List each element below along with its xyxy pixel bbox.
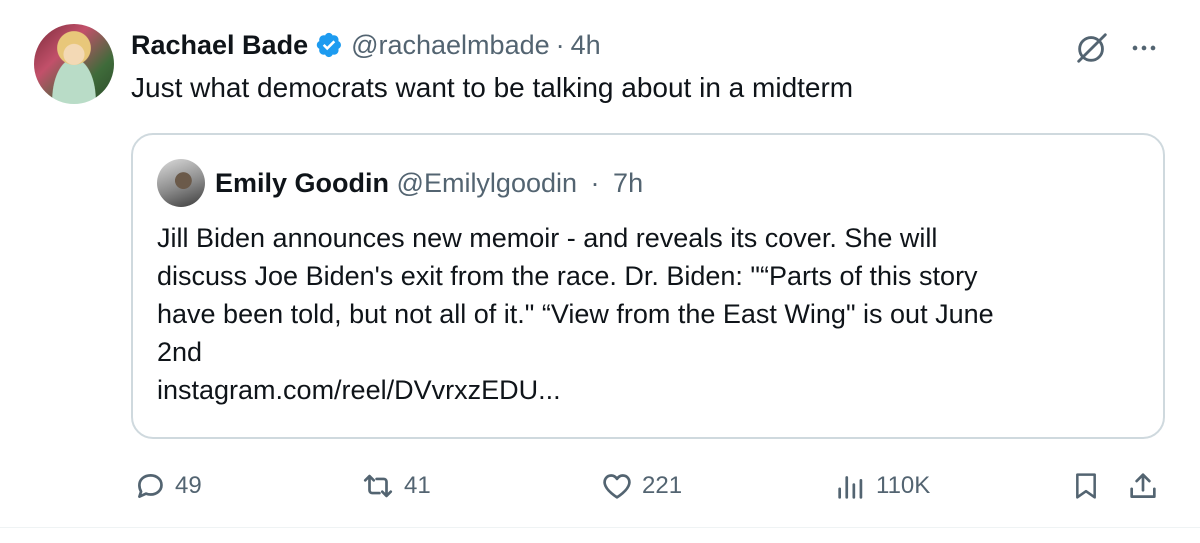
tweet[interactable]: Rachael Bade @rachaelmbade · 4h Just wha… bbox=[0, 0, 1200, 543]
grok-icon[interactable] bbox=[1072, 28, 1112, 68]
quoted-tweet-header: Emily Goodin @Emilylgoodin · 7h bbox=[215, 167, 643, 199]
like-button[interactable]: 221 bbox=[600, 462, 682, 510]
author-handle[interactable]: @rachaelmbade bbox=[351, 30, 550, 61]
like-count: 221 bbox=[642, 472, 683, 499]
verified-badge-icon[interactable] bbox=[315, 31, 343, 59]
author-name[interactable]: Rachael Bade bbox=[131, 30, 308, 61]
quoted-text-line: Jill Biden announces new memoir - and re… bbox=[157, 223, 938, 253]
repost-icon bbox=[363, 474, 393, 498]
bookmark-button[interactable] bbox=[1070, 462, 1110, 510]
quoted-text-line: discuss Joe Biden's exit from the race. … bbox=[157, 261, 978, 291]
share-button[interactable] bbox=[1126, 462, 1168, 510]
reply-count: 49 bbox=[175, 472, 202, 499]
repost-count: 41 bbox=[404, 472, 431, 499]
divider bbox=[0, 527, 1200, 543]
views-icon bbox=[838, 476, 863, 499]
author-avatar[interactable] bbox=[34, 24, 114, 104]
views-button[interactable]: 110K bbox=[834, 462, 930, 510]
quoted-author-handle[interactable]: @Emilylgoodin bbox=[397, 168, 577, 198]
tweet-header: Rachael Bade @rachaelmbade · 4h bbox=[131, 28, 601, 62]
quoted-text-line: have been told, but not all of it." “Vie… bbox=[157, 299, 994, 329]
tweet-actions: 49 41 221 110K bbox=[0, 462, 1200, 510]
quoted-author-avatar[interactable] bbox=[157, 159, 205, 207]
quoted-tweet-text: Jill Biden announces new memoir - and re… bbox=[157, 219, 1147, 409]
more-icon[interactable] bbox=[1124, 28, 1164, 68]
quoted-tweet[interactable]: Emily Goodin @Emilylgoodin · 7h Jill Bid… bbox=[131, 133, 1165, 439]
tweet-time[interactable]: 4h bbox=[571, 30, 601, 61]
tweet-text: Just what democrats want to be talking a… bbox=[131, 72, 854, 103]
quoted-author-name[interactable]: Emily Goodin bbox=[215, 168, 389, 198]
reply-icon bbox=[138, 474, 163, 498]
heart-icon bbox=[603, 474, 631, 499]
repost-button[interactable]: 41 bbox=[360, 462, 431, 510]
separator: · bbox=[555, 29, 565, 60]
quoted-text-line: 2nd bbox=[157, 337, 203, 367]
bookmark-icon bbox=[1076, 473, 1096, 499]
quoted-link[interactable]: instagram.com/reel/DVvrxzEDU... bbox=[157, 371, 1147, 409]
views-count: 110K bbox=[876, 472, 931, 499]
reply-button[interactable]: 49 bbox=[133, 462, 202, 510]
separator: · bbox=[590, 168, 600, 198]
quoted-tweet-time[interactable]: 7h bbox=[613, 168, 643, 198]
share-icon bbox=[1130, 473, 1156, 498]
